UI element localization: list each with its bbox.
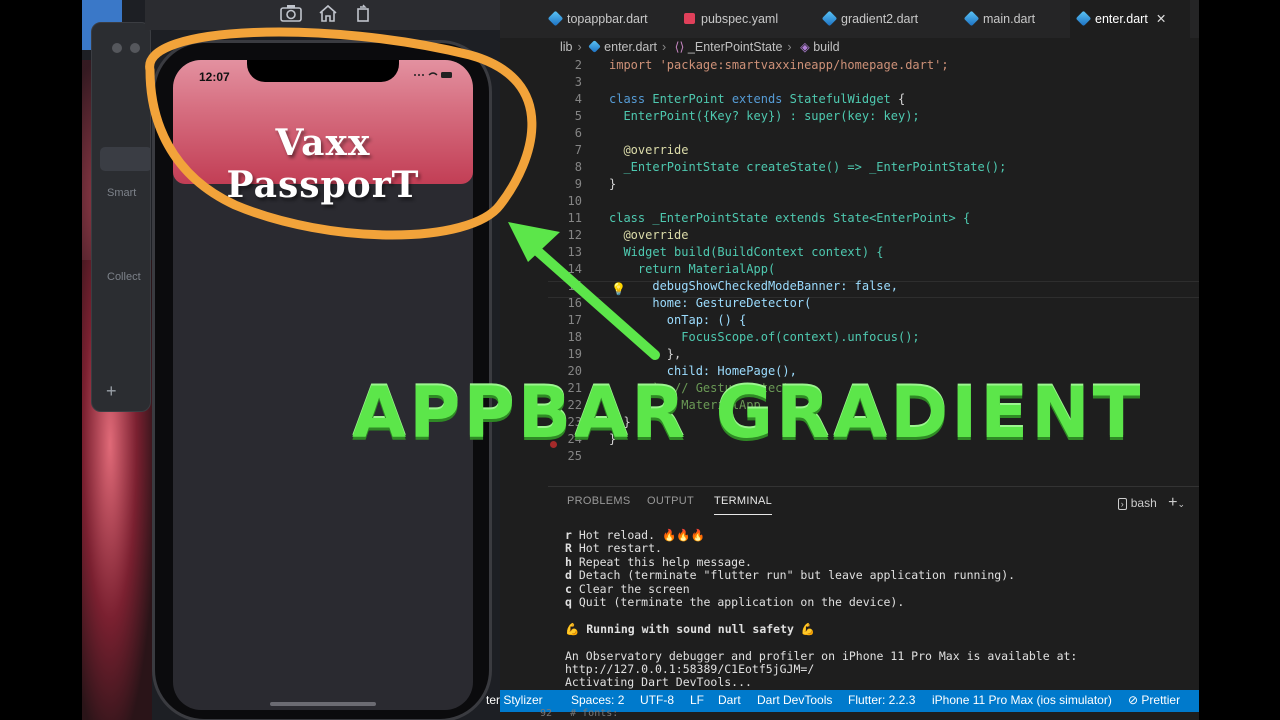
pointer-arrow [520,235,660,360]
annotation-overlay [145,27,660,360]
highlight-ellipse [145,27,537,240]
arrow-head [508,222,560,262]
appbar-gradient-caption: APPBAR GRADIENT [352,372,1144,454]
